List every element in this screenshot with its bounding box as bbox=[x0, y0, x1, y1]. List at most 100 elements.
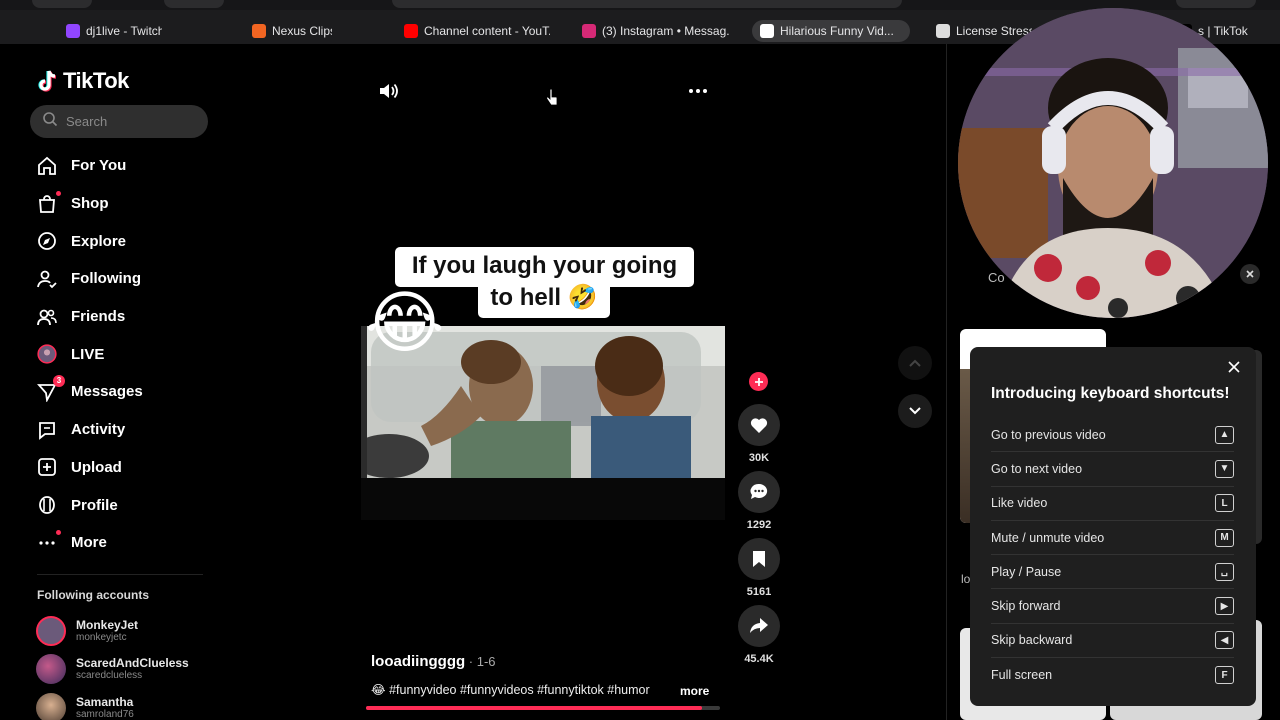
right-column-divider bbox=[946, 44, 947, 720]
nav-item-explore[interactable]: Explore bbox=[30, 222, 210, 260]
shortcut-row: Skip backward ◀ bbox=[991, 624, 1234, 659]
nav-item-messages[interactable]: 3 Messages bbox=[30, 373, 210, 411]
comment-icon bbox=[750, 483, 768, 499]
profile-icon bbox=[37, 495, 57, 515]
volume-button[interactable] bbox=[378, 81, 400, 106]
shortcut-label: Full screen bbox=[991, 668, 1053, 683]
logo-text: TikTok bbox=[63, 68, 129, 93]
share-button[interactable] bbox=[738, 605, 780, 647]
browser-tab[interactable]: (3) Instagram • Messag... bbox=[574, 20, 738, 42]
next-video-button[interactable] bbox=[898, 394, 932, 428]
streamer-webcam bbox=[958, 8, 1268, 318]
nav-label: Explore bbox=[71, 232, 127, 250]
plus-icon bbox=[754, 377, 763, 386]
chevron-down-icon bbox=[909, 407, 921, 415]
post-date: · 1-6 bbox=[465, 654, 496, 669]
nav-item-profile[interactable]: Profile bbox=[30, 486, 210, 524]
sidebar-divider bbox=[37, 574, 203, 575]
hand-cursor-icon bbox=[546, 88, 558, 112]
friends-icon bbox=[37, 307, 57, 327]
shortcuts-list: Go to previous video ▲ Go to next video ▼ Li… bbox=[991, 418, 1234, 692]
sidebar: TikTok For You Shop Explore Following Friend… bbox=[0, 44, 222, 720]
browser-toolbar-button[interactable] bbox=[32, 0, 92, 8]
nav-label: Messages bbox=[71, 383, 143, 401]
shortcut-label: Mute / unmute video bbox=[991, 530, 1105, 545]
close-shortcuts-button[interactable] bbox=[1226, 359, 1242, 375]
nav-label: LIVE bbox=[71, 345, 105, 363]
video-progress-bar[interactable] bbox=[366, 706, 720, 710]
browser-tab[interactable]: Nexus Clips bbox=[244, 20, 340, 42]
more-description-button[interactable]: more bbox=[680, 684, 709, 698]
browser-toolbar-button[interactable] bbox=[164, 0, 224, 8]
shortcut-label: Skip backward bbox=[991, 633, 1073, 648]
follow-plus-button[interactable] bbox=[749, 372, 768, 391]
account-name: MonkeyJet bbox=[76, 618, 139, 632]
following-account-item[interactable]: MonkeyJet monkeyjetc bbox=[36, 616, 138, 646]
following-account-item[interactable]: ScaredAndClueless scaredclueless bbox=[36, 654, 189, 684]
shortcut-key-icon: M bbox=[1215, 528, 1234, 547]
like-count: 30K bbox=[748, 452, 770, 464]
nav-item-friends[interactable]: Friends bbox=[30, 298, 210, 336]
live-avatar-icon bbox=[37, 344, 57, 364]
tab-favicon-icon bbox=[66, 24, 80, 38]
video-caption-line-1: If you laugh your going bbox=[395, 247, 694, 287]
tiktok-logo[interactable]: TikTok bbox=[37, 68, 129, 94]
following-account-item[interactable]: Samantha samroland76 bbox=[36, 693, 134, 720]
shortcut-row: Full screen F bbox=[991, 658, 1234, 692]
compass-icon bbox=[37, 231, 57, 251]
nav-label: Upload bbox=[71, 458, 122, 476]
address-bar[interactable] bbox=[392, 0, 902, 8]
nav-label: Following bbox=[71, 270, 141, 288]
account-handle: scaredclueless bbox=[76, 670, 143, 681]
bookmark-button[interactable] bbox=[738, 538, 780, 580]
share-count: 45.4K bbox=[744, 653, 774, 665]
speaker-icon bbox=[378, 83, 400, 105]
previous-video-button[interactable] bbox=[898, 346, 932, 380]
nav-item-upload[interactable]: Upload bbox=[30, 449, 210, 487]
webcam-feed bbox=[958, 8, 1268, 318]
bookmark-icon bbox=[753, 551, 765, 567]
search-icon bbox=[42, 111, 58, 132]
tab-favicon-icon bbox=[582, 24, 596, 38]
avatar bbox=[36, 654, 66, 684]
nav-item-activity[interactable]: Activity bbox=[30, 411, 210, 449]
nav-item-for-you[interactable]: For You bbox=[30, 147, 210, 185]
chevron-up-icon bbox=[909, 359, 921, 367]
nav-label: Shop bbox=[71, 195, 109, 213]
keyboard-shortcuts-popup: Introducing keyboard shortcuts! Go to pr… bbox=[970, 347, 1256, 706]
shortcut-label: Play / Pause bbox=[991, 564, 1062, 579]
tab-label: Nexus Clips bbox=[272, 24, 332, 38]
browser-toolbar-button[interactable] bbox=[1176, 0, 1256, 8]
main-nav: For You Shop Explore Following Friends LIVE 3 M… bbox=[30, 147, 210, 562]
tab-label: s | TikTok bbox=[1198, 24, 1248, 38]
messages-icon: 3 bbox=[37, 374, 65, 402]
video-author[interactable]: looadiingggg · 1-6 bbox=[371, 653, 496, 670]
comment-button[interactable] bbox=[738, 471, 780, 513]
nav-item-live[interactable]: LIVE bbox=[30, 335, 210, 373]
tab-label: dj1live - Twitch bbox=[86, 24, 162, 38]
nav-item-shop[interactable]: Shop bbox=[30, 185, 210, 223]
following-accounts-title: Following accounts bbox=[37, 588, 150, 602]
close-popup-button[interactable] bbox=[1240, 264, 1260, 284]
nav-label: More bbox=[71, 534, 107, 552]
search-input[interactable] bbox=[66, 114, 196, 129]
like-button[interactable] bbox=[738, 404, 780, 446]
more-horizontal-icon bbox=[688, 87, 708, 104]
following-icon bbox=[37, 269, 57, 289]
video-options-button[interactable] bbox=[688, 82, 708, 105]
home-icon bbox=[37, 156, 57, 176]
tab-label: Hilarious Funny Vid... bbox=[780, 24, 894, 38]
shortcut-row: Play / Pause ␣ bbox=[991, 555, 1234, 590]
nav-item-following[interactable]: Following bbox=[30, 260, 210, 298]
comment-count: 1292 bbox=[746, 519, 772, 531]
search-box[interactable] bbox=[30, 105, 208, 138]
nav-item-more[interactable]: More bbox=[30, 524, 210, 562]
shortcut-row: Mute / unmute video M bbox=[991, 521, 1234, 556]
browser-tab[interactable]: dj1live - Twitch bbox=[58, 20, 170, 42]
close-icon bbox=[1228, 361, 1240, 373]
browser-tab[interactable]: Hilarious Funny Vid... bbox=[752, 20, 910, 42]
browser-tab[interactable]: Channel content - YouT... bbox=[396, 20, 558, 42]
notification-dot bbox=[56, 529, 61, 535]
shortcut-key-icon: L bbox=[1215, 494, 1234, 513]
tab-label: (3) Instagram • Messag... bbox=[602, 24, 730, 38]
